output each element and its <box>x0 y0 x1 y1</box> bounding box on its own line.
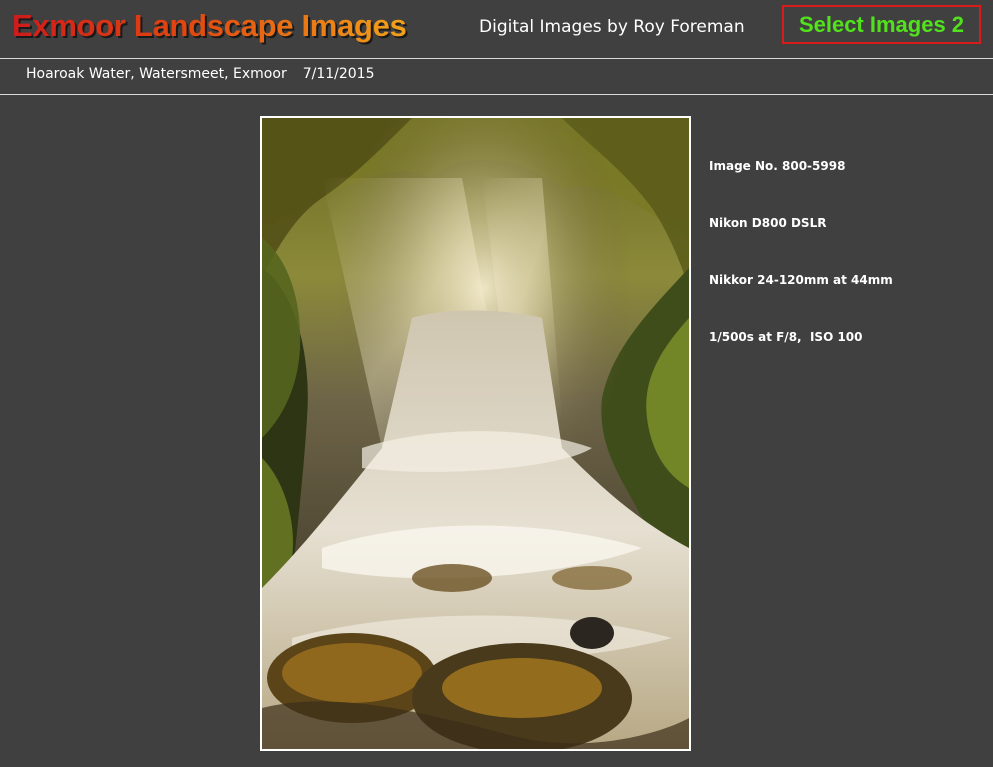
divider-bottom <box>0 94 993 95</box>
select-images-button[interactable]: Select Images 2 <box>782 5 981 44</box>
site-subtitle: Digital Images by Roy Foreman <box>479 17 745 37</box>
info-exposure: 1/500s at F/8, ISO 100 <box>709 330 863 344</box>
image-caption: Hoaroak Water, Watersmeet, Exmoor 7/11/2… <box>26 66 375 82</box>
image-info: Image No. 800-5998 Nikon D800 DSLR Nikko… <box>709 119 893 366</box>
divider-top <box>0 58 993 59</box>
site-title[interactable]: Exmoor Landscape Images <box>12 8 407 44</box>
main-photo[interactable] <box>260 116 691 751</box>
info-image-number: Image No. 800-5998 <box>709 159 846 173</box>
header: Exmoor Landscape Images Exmoor Landscape… <box>0 0 993 58</box>
caption-date: 7/11/2015 <box>302 66 375 82</box>
info-lens: Nikkor 24-120mm at 44mm <box>709 273 893 287</box>
waterfall-photo-image <box>262 118 689 749</box>
caption-location: Hoaroak Water, Watersmeet, Exmoor <box>26 66 287 82</box>
info-camera: Nikon D800 DSLR <box>709 216 827 230</box>
